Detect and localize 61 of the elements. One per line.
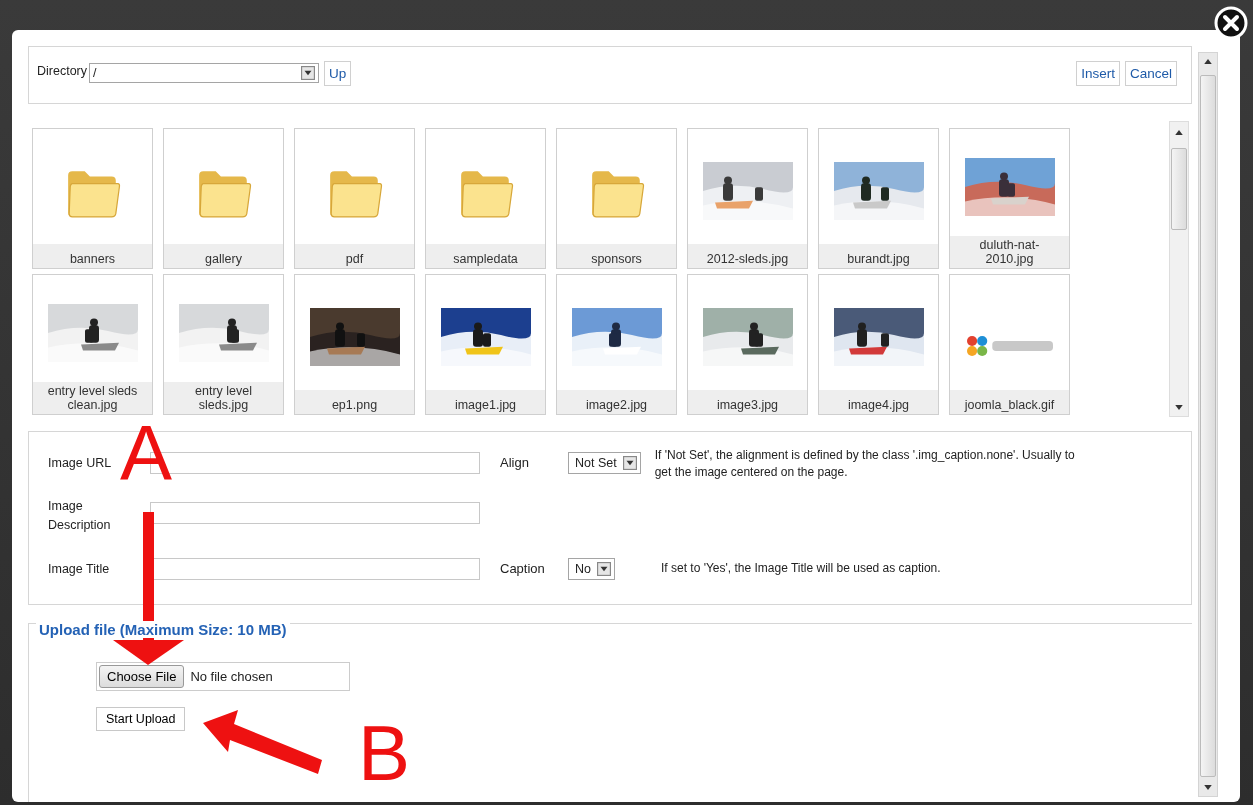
file-name: image2.jpg — [557, 390, 676, 414]
file-tile[interactable]: image4.jpg — [818, 274, 939, 415]
scroll-up-icon[interactable] — [1204, 59, 1212, 64]
help-text: If 'Not Set', the alignment is defined by the class '.img_caption.none'. Usually to get the image centered on the page. — [654, 447, 1076, 481]
action-button[interactable]: Insert — [1076, 61, 1120, 86]
scrollbar-thumb[interactable] — [1171, 148, 1187, 230]
file-name: entry level sleds.jpg — [164, 382, 283, 414]
file-name: image1.jpg — [426, 390, 545, 414]
action-button[interactable]: Cancel — [1124, 61, 1177, 86]
file-tile[interactable]: entry level sleds clean.jpg — [32, 274, 153, 415]
field-label: Image Title — [48, 561, 111, 578]
file-name: image3.jpg — [688, 390, 807, 414]
file-tile[interactable]: sampledata — [425, 128, 546, 269]
scroll-down-icon[interactable] — [1175, 405, 1183, 410]
field-label: Image URL — [48, 455, 113, 472]
scroll-up-icon[interactable] — [1175, 130, 1183, 135]
file-tile[interactable]: 2012-sleds.jpg — [687, 128, 808, 269]
option-label: Align — [500, 454, 530, 472]
start-upload-button[interactable]: Start Upload — [96, 707, 186, 731]
file-status: No file chosen — [190, 669, 273, 684]
directory-label: Directory — [37, 64, 87, 78]
upload-legend: Upload file (Maximum Size: 10 MB) — [36, 621, 290, 638]
help-text: If set to 'Yes', the Image Title will be used as caption. — [661, 560, 942, 577]
file-name: image4.jpg — [819, 390, 938, 414]
file-tile[interactable]: image3.jpg — [687, 274, 808, 415]
file-name: 2012-sleds.jpg — [688, 244, 807, 268]
option-dropdown[interactable]: Not Set — [568, 452, 641, 474]
file-tile[interactable]: joomla_black.gif — [949, 274, 1070, 415]
file-tile[interactable]: banners — [32, 128, 153, 269]
file-name: ep1.png — [295, 390, 414, 414]
scrollbar-thumb[interactable] — [1200, 75, 1216, 777]
input-field[interactable] — [150, 502, 480, 524]
file-tile[interactable]: image2.jpg — [556, 274, 677, 415]
file-tile[interactable]: image1.jpg — [425, 274, 546, 415]
file-field[interactable]: Choose File No file chosen — [96, 662, 350, 691]
choose-file-button[interactable]: Choose File — [99, 665, 185, 688]
file-tile[interactable]: duluth-nat-2010.jpg — [949, 128, 1070, 269]
option-dropdown[interactable]: No — [568, 558, 615, 580]
option-label: Caption — [500, 560, 546, 578]
file-tile[interactable]: pdf — [294, 128, 415, 269]
annotation-letter: B — [358, 718, 411, 788]
file-name: duluth-nat-2010.jpg — [950, 236, 1069, 268]
file-name: sponsors — [557, 244, 676, 268]
file-tile[interactable]: sponsors — [556, 128, 677, 269]
file-name: entry level sleds clean.jpg — [33, 382, 152, 414]
file-name: joomla_black.gif — [950, 390, 1069, 414]
field-label: Image Description — [48, 498, 112, 534]
file-name: banners — [33, 244, 152, 268]
file-name: gallery — [164, 244, 283, 268]
scroll-down-icon[interactable] — [1204, 785, 1212, 790]
file-name: pdf — [295, 244, 414, 268]
file-tile[interactable]: burandt.jpg — [818, 128, 939, 269]
file-tile[interactable]: ep1.png — [294, 274, 415, 415]
file-tile[interactable]: entry level sleds.jpg — [163, 274, 284, 415]
file-name: sampledata — [426, 244, 545, 268]
close-icon[interactable] — [1214, 6, 1248, 40]
annotation-letter: A — [120, 418, 173, 488]
up-button[interactable]: Up — [324, 61, 352, 86]
file-tile[interactable]: gallery — [163, 128, 284, 269]
directory-dropdown[interactable]: / — [89, 63, 319, 83]
file-name: burandt.jpg — [819, 244, 938, 268]
